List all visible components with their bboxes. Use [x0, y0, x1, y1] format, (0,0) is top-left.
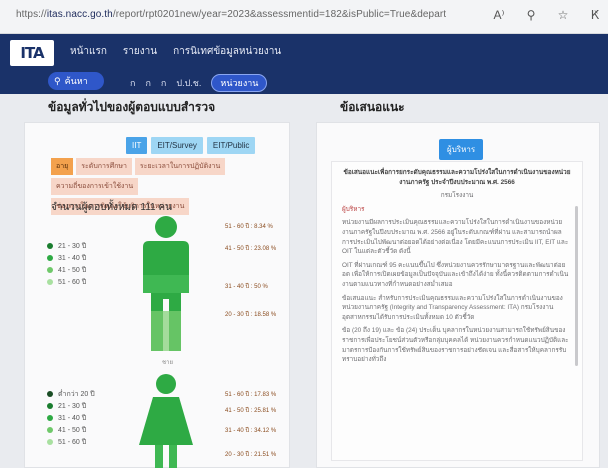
male-legend: 21 - 30 ปี 31 - 40 ปี 41 - 50 ปี 51 - 60… [47, 241, 86, 289]
tab-iit[interactable]: IIT [126, 137, 148, 154]
text-scrollbar[interactable] [575, 206, 578, 366]
legend-item: 31 - 40 ปี [47, 253, 86, 265]
suggestion-heading: ข้อเสนอแนะเพื่อการยกระดับคุณธรรมและความโ… [343, 169, 571, 186]
survey-tabs: IIT EIT/Survey EIT/Public [126, 137, 256, 154]
search-button[interactable]: ⚲ ค้นหา [48, 72, 104, 90]
male-stat: 41 - 50 ปี : 23.08 % [225, 246, 277, 252]
department-name: กรมโรงงาน [440, 192, 474, 200]
suggestion-panel: ผู้บริหาร ข้อเสนอแนะเพื่อการยกระดับคุณธร… [316, 122, 600, 468]
site-logo[interactable]: ITA [10, 40, 54, 66]
legend-item: 31 - 40 ปี [47, 413, 95, 425]
address-bar[interactable]: https://itas.nacc.go.th/report/rpt0201ne… [16, 9, 446, 27]
executive-button[interactable]: ผู้บริหาร [439, 139, 484, 160]
tab-eit-survey[interactable]: EIT/Survey [151, 137, 203, 154]
filter-2[interactable]: ก [145, 76, 150, 90]
nav-supervision[interactable]: การนิเทศข้อมูลหน่วยงาน [173, 44, 281, 59]
section-label: ผู้บริหาร [342, 205, 365, 213]
legend-item: 51 - 60 ปี [47, 437, 95, 449]
suggestion-paragraph: หน่วยงานมีผลการประเมินคุณธรรมและความโปร่… [342, 219, 569, 256]
respondent-count: จำนวนผู้ตอบทั้งหมด 111 คน [51, 202, 172, 213]
site-header: ITA หน้าแรก รายงาน การนิเทศข้อมูลหน่วยงา… [0, 34, 608, 94]
legend-item: 51 - 60 ปี [47, 277, 86, 289]
url-path: /report/rpt0201new/year=2023&assessmenti… [112, 9, 446, 20]
read-aloud-icon[interactable]: A⁾ [492, 8, 506, 22]
search-icon: ⚲ [54, 75, 61, 86]
filter-3[interactable]: ก [161, 76, 166, 90]
favorite-star-icon[interactable]: ☆ [556, 8, 570, 22]
chip-frequency[interactable]: ความถี่ของการเข้าใช้งาน [51, 178, 139, 195]
right-section-title: ข้อเสนอแนะ [340, 100, 405, 114]
chip-age[interactable]: อายุ [51, 158, 74, 175]
chip-education[interactable]: ระดับการศึกษา [76, 158, 132, 175]
female-figure-icon [139, 374, 193, 468]
male-caption: ชาย [162, 360, 173, 366]
male-stat: 20 - 30 ปี : 18.58 % [225, 312, 277, 318]
male-figure-icon [143, 216, 189, 351]
legend-item: 41 - 50 ปี [47, 265, 86, 277]
reader-icon[interactable]: Ԟ [588, 8, 602, 22]
female-stat: 20 - 30 ปี : 21.51 % [225, 452, 277, 458]
female-legend: ต่ำกว่า 20 ปี 21 - 30 ปี 31 - 40 ปี 41 -… [47, 389, 95, 449]
suggestion-text-box[interactable]: ข้อเสนอแนะเพื่อการยกระดับคุณธรรมและความโ… [331, 161, 583, 461]
legend-item: 21 - 30 ปี [47, 241, 86, 253]
filter-agency[interactable]: หน่วยงาน [211, 74, 268, 92]
url-prefix: https:// [16, 9, 47, 20]
filter-bar: ก ก ก ป.ป.ช. หน่วยงาน [130, 74, 268, 92]
female-stat: 51 - 60 ปี : 17.83 % [225, 392, 277, 398]
filter-1[interactable]: ก [130, 76, 135, 90]
suggestion-paragraph: OIT ที่ผ่านเกณฑ์ 95 คะแนนขึ้นไป ซึ่งหน่ว… [342, 261, 569, 288]
legend-item: 41 - 50 ปี [47, 425, 95, 437]
legend-item: ต่ำกว่า 20 ปี [47, 389, 95, 401]
nav-home[interactable]: หน้าแรก [70, 44, 107, 59]
male-stat: 31 - 40 ปี : 50 % [225, 284, 268, 290]
content-area: ข้อมูลทั่วไปของผู้ตอบแบบสำรวจ ข้อเสนอแนะ… [0, 94, 608, 468]
legend-item: 21 - 30 ปี [47, 401, 95, 413]
url-host: itas.nacc.go.th [46, 9, 113, 20]
main-nav: หน้าแรก รายงาน การนิเทศข้อมูลหน่วยงาน [70, 44, 281, 59]
female-stat: 41 - 50 ปี : 25.81 % [225, 408, 277, 414]
search-label: ค้นหา [64, 76, 88, 86]
nav-report[interactable]: รายงาน [123, 44, 157, 59]
left-section-title: ข้อมูลทั่วไปของผู้ตอบแบบสำรวจ [48, 100, 216, 114]
suggestion-paragraph: ข้อเสนอแนะ สำหรับการประเมินคุณธรรมและควา… [342, 294, 563, 321]
respondent-panel: IIT EIT/Survey EIT/Public อายุ ระดับการศ… [24, 122, 290, 468]
sub-nav: ⚲ ค้นหา ก ก ก ป.ป.ช. หน่วยงาน [0, 68, 608, 94]
chip-tenure[interactable]: ระยะเวลาในการปฏิบัติงาน [134, 158, 226, 175]
female-stat: 31 - 40 ปี : 34.12 % [225, 428, 277, 434]
filter-4[interactable]: ป.ป.ช. [176, 76, 201, 90]
male-stat: 51 - 60 ปี : 8.34 % [225, 224, 273, 230]
tab-eit-public[interactable]: EIT/Public [206, 137, 256, 154]
browser-toolbar: https://itas.nacc.go.th/report/rpt0201ne… [0, 0, 608, 34]
zoom-icon[interactable]: ⚲ [524, 8, 538, 22]
suggestion-paragraph: ข้อ (20 ถึง 19) และ ข้อ (24) ประเด็น บุค… [342, 327, 569, 364]
